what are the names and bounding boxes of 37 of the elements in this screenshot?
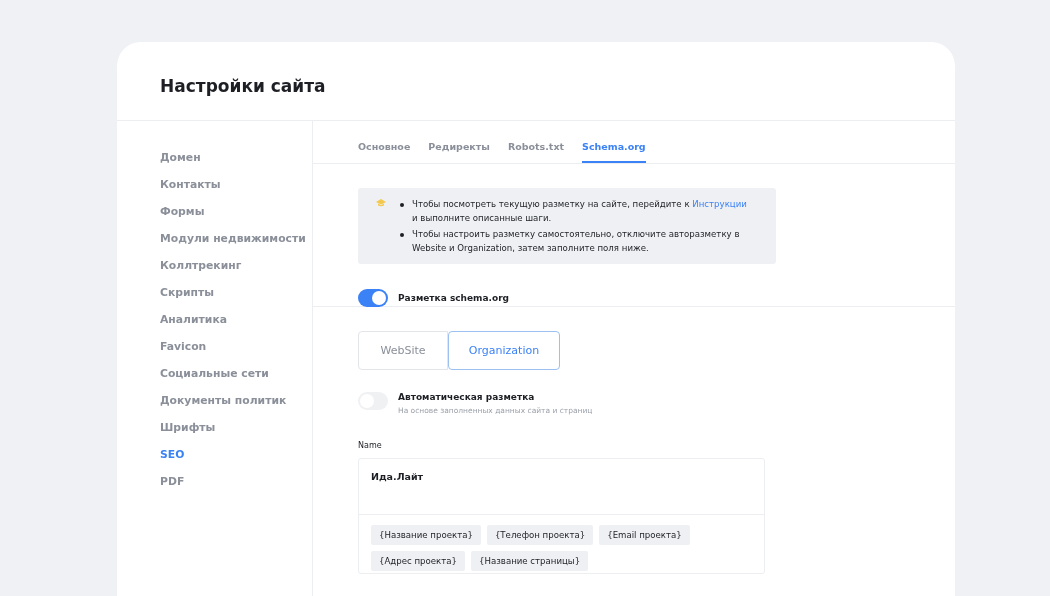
sidebar-item[interactable]: PDF	[160, 473, 312, 490]
variable-chip[interactable]: {Адрес проекта}	[371, 551, 466, 571]
info-text: Чтобы настроить разметку самостоятельно, отключите авторазметку в Website и Organization, затем заполните поля ниже.	[412, 228, 741, 255]
tab[interactable]: Schema.org	[582, 141, 646, 163]
tab[interactable]: Основное	[358, 141, 411, 163]
cap-icon	[376, 199, 386, 207]
variable-chip[interactable]: {Email проекта}	[599, 525, 690, 545]
sidebar-item[interactable]: Шрифты	[160, 419, 312, 436]
variable-chip[interactable]: {Название проекта}	[371, 525, 481, 545]
bullet-icon	[400, 203, 404, 207]
field-value: Ида.Лайт	[359, 459, 764, 515]
sidebar-item[interactable]: Формы	[160, 203, 312, 220]
name-field[interactable]: Ида.Лайт {Название проекта} {Телефон проекта} {Email проекта} {Адрес проекта} {Название страницы}	[358, 458, 765, 574]
sidebar-item[interactable]: Скрипты	[160, 284, 312, 301]
instructions-link[interactable]: Инструкции	[692, 199, 747, 209]
toggle-label: Автоматическая разметка	[398, 392, 536, 402]
variable-chip[interactable]: {Телефон проекта}	[486, 525, 594, 545]
sidebar-item[interactable]: Документы политик	[160, 392, 312, 409]
sidebar-item[interactable]: Favicon	[160, 338, 312, 355]
sidebar-item[interactable]: Контакты	[160, 176, 312, 193]
tab[interactable]: Robots.txt	[507, 141, 565, 163]
toggle-switch[interactable]	[358, 289, 388, 307]
segment-button[interactable]: WebSite	[358, 331, 448, 370]
tab[interactable]: Редиректы	[428, 141, 490, 163]
sidebar-item[interactable]: Социальные сети	[160, 365, 312, 382]
sidebar-item[interactable]: Модули недвижимости	[160, 230, 312, 247]
sidebar-item[interactable]: Домен	[160, 149, 312, 166]
sidebar-item[interactable]: Коллтрекинг	[160, 257, 312, 274]
field-label: Name	[358, 441, 383, 450]
variable-chip[interactable]: {Название страницы}	[471, 551, 589, 571]
sidebar-item[interactable]: Аналитика	[160, 311, 312, 328]
page-title: Настройки сайта	[117, 42, 955, 121]
segment-button[interactable]: Organization	[448, 331, 560, 370]
bullet-icon	[400, 233, 404, 237]
toggle-label: Разметка schema.org	[398, 293, 510, 303]
info-text: Чтобы посмотреть текущую разметку на сайте, перейдите к Инструкции и выполните описанные шаги.	[412, 198, 747, 225]
sidebar-item[interactable]: SEO	[160, 446, 312, 463]
